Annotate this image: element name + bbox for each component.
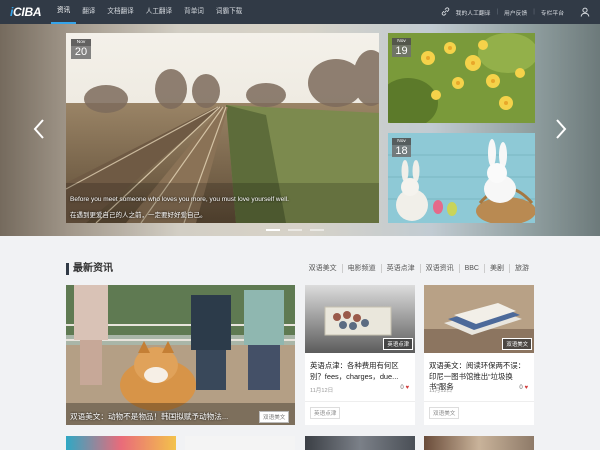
user-icon[interactable]	[580, 7, 590, 17]
date-month: Nov	[392, 38, 411, 45]
category-english-tips[interactable]: 英语点津	[380, 264, 420, 273]
separator: |	[533, 9, 535, 15]
slide-caption-chinese: 在遇到更爱自己的人之前，一定要好好爱自己。	[70, 212, 207, 219]
right-links: 我的人工翻译 | 用户反馈 | 专栏平台	[456, 0, 564, 24]
news-card-image: 双语美文	[424, 285, 534, 353]
top-navbar: iCIBA 资讯 翻译 文档翻译 人工翻译 背单词 词霸下载 我的人工翻译 | …	[0, 0, 600, 24]
likes-count: 0	[400, 385, 404, 391]
chevron-left-icon[interactable]	[32, 118, 46, 140]
news-card-date: 11月12日	[310, 388, 334, 394]
news-card[interactable]: 双语美文 双语美文：阅读环保两不误：印尼一图书馆推出“垃圾换书”服务 11月12…	[424, 285, 534, 425]
carousel-dot-3[interactable]	[310, 229, 324, 231]
date-badge: Nov 20	[71, 39, 91, 59]
category-travel[interactable]: 旅游	[509, 264, 534, 273]
side-slide-flowers[interactable]: Nov 19	[388, 33, 535, 123]
carousel-dot-1[interactable]	[266, 229, 280, 231]
date-day: 18	[395, 145, 408, 157]
site-logo[interactable]: iCIBA	[10, 5, 41, 19]
news-card-row2-2[interactable]	[185, 436, 295, 450]
news-card-likes[interactable]: 0 ♥	[519, 385, 528, 391]
nav-doc-translate[interactable]: 文档翻译	[101, 0, 139, 24]
divider	[305, 401, 415, 402]
carousel-dot-2[interactable]	[288, 229, 302, 231]
news-card[interactable]: 英语点津 英语点津：各种费用有何区别？fees，charges，due... 1…	[305, 285, 415, 425]
carousel-indicators	[266, 229, 324, 231]
date-badge: Nov 18	[392, 138, 411, 157]
date-day: 20	[74, 46, 88, 58]
slide-caption-english: Before you meet someone who loves you mo…	[70, 196, 289, 203]
link-icon[interactable]	[441, 7, 450, 16]
category-bbc[interactable]: BBC	[458, 264, 484, 273]
news-card-image-tag[interactable]: 双语美文	[502, 338, 532, 350]
column-platform-link[interactable]: 专栏平台	[541, 8, 564, 17]
category-movie[interactable]: 电影频道	[341, 264, 381, 273]
heart-icon[interactable]: ♥	[524, 385, 528, 391]
my-human-translation-link[interactable]: 我的人工翻译	[456, 8, 491, 17]
featured-news-title[interactable]: 双语美文：动物不是物品！韩国拟赋予动物法...	[70, 411, 255, 422]
main-slide[interactable]: Nov 20 Before you meet someone who loves…	[66, 33, 379, 223]
news-card-row2-3[interactable]	[305, 436, 415, 450]
news-card-footer-tag[interactable]: 英语点津	[310, 407, 341, 419]
date-month: Nov	[392, 138, 411, 145]
category-us-drama[interactable]: 美剧	[484, 264, 509, 273]
category-bilingual-essay[interactable]: 双语美文	[304, 264, 342, 273]
feedback-link[interactable]: 用户反馈	[504, 8, 527, 17]
news-card-row2-4[interactable]	[424, 436, 534, 450]
news-card-row2-1[interactable]	[66, 436, 176, 450]
main-nav: 资讯 翻译 文档翻译 人工翻译 背单词 词霸下载	[51, 0, 248, 24]
category-bilingual-news[interactable]: 双语资讯	[419, 264, 459, 273]
nav-vocabulary[interactable]: 背单词	[178, 0, 210, 24]
section-title: 最新资讯	[66, 263, 113, 275]
news-card-image: 英语点津	[305, 285, 415, 353]
divider	[424, 401, 534, 402]
hero-carousel: Nov 20 Before you meet someone who loves…	[0, 24, 600, 236]
likes-count: 0	[519, 385, 523, 391]
nav-human-translate[interactable]: 人工翻译	[140, 0, 178, 24]
dog-street-photo	[66, 285, 295, 425]
railway-photo	[66, 33, 379, 223]
logo-text: CIBA	[13, 5, 42, 19]
category-list: 双语美文 电影频道 英语点津 双语资讯 BBC 美剧 旅游	[304, 264, 534, 273]
news-card-image-tag[interactable]: 英语点津	[383, 338, 413, 350]
date-day: 19	[395, 45, 408, 57]
separator: |	[496, 9, 499, 15]
nav-download[interactable]: 词霸下载	[210, 0, 248, 24]
nav-translate[interactable]: 翻译	[76, 0, 101, 24]
news-card-date: 11月12日	[429, 388, 453, 394]
heart-icon[interactable]: ♥	[405, 385, 409, 391]
news-card-likes[interactable]: 0 ♥	[400, 385, 409, 391]
featured-news-card[interactable]: 双语美文：动物不是物品！韩国拟赋予动物法... 双语美文	[66, 285, 295, 425]
date-badge: Nov 19	[392, 38, 411, 57]
news-card-footer-tag[interactable]: 双语美文	[429, 407, 460, 419]
nav-news[interactable]: 资讯	[51, 0, 77, 24]
date-month: Nov	[71, 39, 91, 46]
chevron-right-icon[interactable]	[554, 118, 568, 140]
featured-news-tag[interactable]: 双语美文	[259, 411, 290, 423]
side-slide-bunnies[interactable]: Nov 18	[388, 133, 535, 223]
